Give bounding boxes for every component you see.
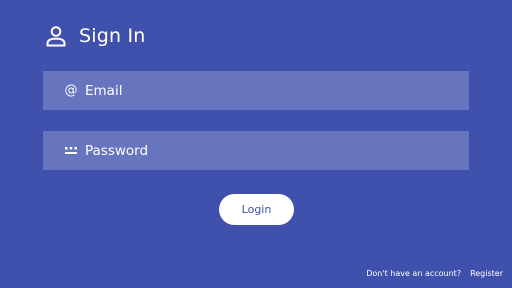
register-prompt: Don't have an account? xyxy=(366,269,462,278)
register-footer: Don't have an account? Register xyxy=(366,269,503,278)
register-link[interactable]: Register xyxy=(470,269,503,278)
login-button[interactable]: Login xyxy=(219,194,294,225)
sign-in-header: Sign In xyxy=(45,22,146,50)
password-field[interactable] xyxy=(85,142,445,159)
email-field[interactable] xyxy=(85,82,445,99)
email-field-container[interactable]: @ xyxy=(43,71,469,110)
page-title: Sign In xyxy=(79,25,146,47)
user-icon xyxy=(45,25,67,47)
password-dots-icon xyxy=(64,144,78,158)
password-field-container[interactable] xyxy=(43,131,469,170)
at-icon: @ xyxy=(64,83,78,98)
